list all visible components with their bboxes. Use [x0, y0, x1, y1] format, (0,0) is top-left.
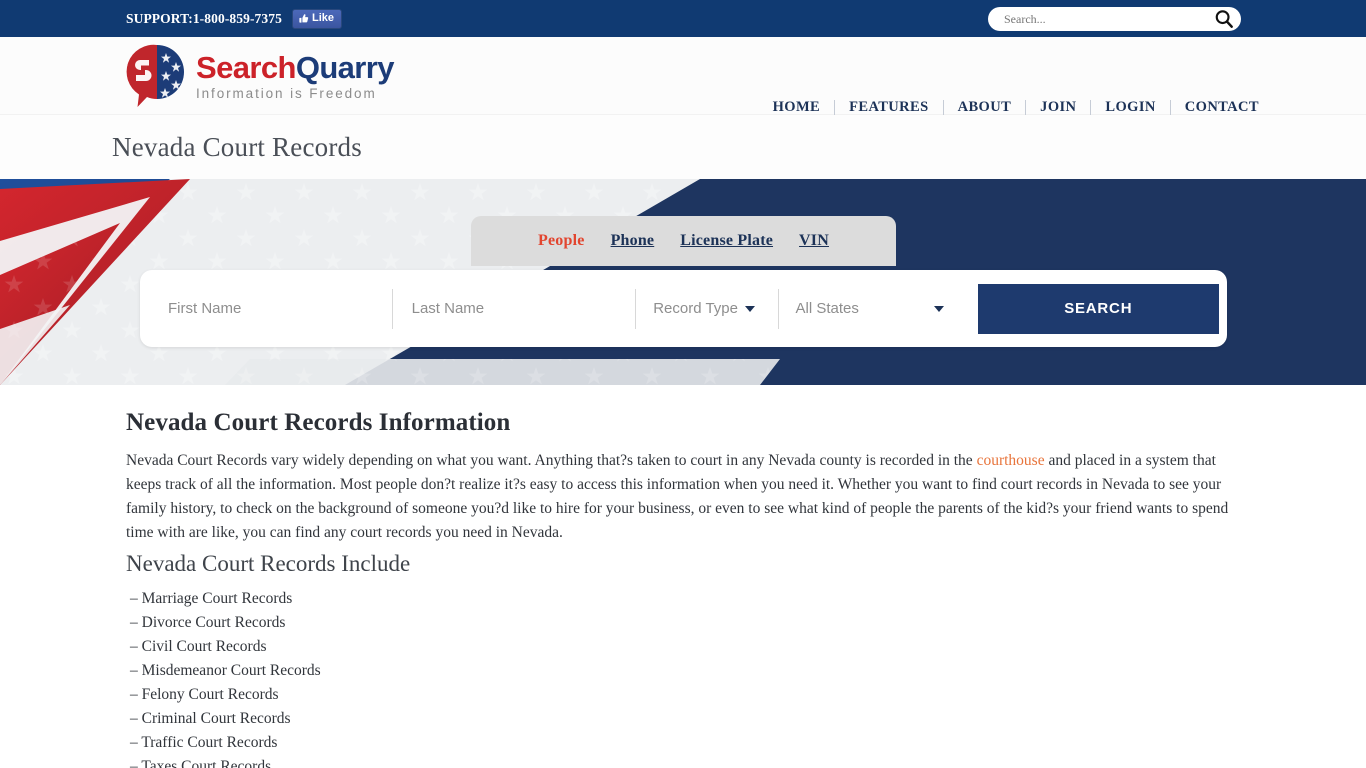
- nav-item-home[interactable]: HOME: [759, 99, 835, 116]
- last-name-input[interactable]: [409, 299, 618, 318]
- nav-item-login[interactable]: LOGIN: [1091, 99, 1169, 116]
- page-title: Nevada Court Records: [112, 131, 362, 162]
- chevron-down-icon: [933, 305, 944, 312]
- list-item: – Taxes Court Records: [130, 758, 272, 768]
- courthouse-link[interactable]: courthouse: [977, 452, 1045, 469]
- first-name-input[interactable]: [166, 299, 374, 318]
- searchquarry-logo-icon: [126, 44, 184, 107]
- logo-word-line: SearchQuarry: [196, 52, 394, 83]
- topbar-left-group: SUPPORT:1-800-859-7375 Like: [126, 8, 342, 29]
- nav-item-contact[interactable]: CONTACT: [1171, 99, 1273, 116]
- tab-phone[interactable]: Phone: [611, 232, 655, 250]
- support-phone-text: SUPPORT:1-800-859-7375: [126, 10, 282, 26]
- hero-search-section: People Phone License Plate VIN Record Ty…: [0, 179, 1366, 385]
- list-item: – Divorce Court Records: [130, 614, 286, 631]
- facebook-like-label: Like: [311, 12, 334, 24]
- list-item: – Misdemeanor Court Records: [130, 662, 321, 679]
- last-name-field[interactable]: [391, 286, 636, 332]
- site-search-box[interactable]: [988, 7, 1241, 31]
- main-content: Nevada Court Records Information Nevada …: [0, 385, 1366, 768]
- list-item: – Marriage Court Records: [130, 590, 293, 607]
- nav-item-join[interactable]: JOIN: [1026, 99, 1090, 116]
- top-support-bar: SUPPORT:1-800-859-7375 Like: [0, 0, 1366, 37]
- nav-item-features[interactable]: FEATURES: [835, 99, 942, 116]
- logo-wordmark: SearchQuarry Information is Freedom: [196, 52, 394, 101]
- main-navigation: HOME FEATURES ABOUT JOIN LOGIN CONTACT: [759, 99, 1273, 116]
- state-label: All States: [795, 300, 859, 317]
- content-heading: Nevada Court Records Information: [126, 409, 511, 436]
- nav-item-about[interactable]: ABOUT: [944, 99, 1026, 116]
- site-search-input[interactable]: [1002, 9, 1213, 29]
- search-button[interactable]: SEARCH: [977, 283, 1219, 334]
- tab-people[interactable]: People: [538, 232, 585, 250]
- court-records-list: – Marriage Court Records – Divorce Court…: [126, 587, 1240, 768]
- magnifier-icon[interactable]: [1213, 8, 1235, 30]
- record-type-label: Record Type: [653, 300, 738, 317]
- site-header: SearchQuarry Information is Freedom HOME…: [0, 37, 1366, 115]
- logo-tagline: Information is Freedom: [196, 85, 377, 101]
- logo-word-search: Search: [196, 49, 296, 85]
- search-type-tabs: People Phone License Plate VIN: [471, 216, 896, 266]
- first-name-field[interactable]: [148, 286, 392, 332]
- thumbs-up-icon: [299, 14, 309, 23]
- facebook-like-button[interactable]: Like: [291, 8, 342, 29]
- site-logo[interactable]: SearchQuarry Information is Freedom: [126, 43, 394, 109]
- list-item: – Traffic Court Records: [130, 734, 278, 751]
- records-subheading: Nevada Court Records Include: [126, 551, 411, 576]
- list-item: – Civil Court Records: [130, 638, 267, 655]
- chevron-down-icon: [745, 305, 755, 312]
- tab-vin[interactable]: VIN: [799, 232, 829, 250]
- list-item: – Felony Court Records: [130, 686, 279, 703]
- people-search-form: Record Type All States SEARCH: [140, 270, 1227, 347]
- tab-license-plate[interactable]: License Plate: [680, 232, 773, 250]
- logo-word-quarry: Quarry: [295, 49, 395, 85]
- state-select[interactable]: All States: [777, 286, 962, 332]
- paragraph-text-part1: Nevada Court Records vary widely dependi…: [126, 452, 977, 469]
- page-title-band: Nevada Court Records: [0, 115, 1366, 179]
- record-type-select[interactable]: Record Type: [635, 286, 777, 332]
- list-item: – Criminal Court Records: [130, 710, 291, 727]
- content-paragraph: Nevada Court Records vary widely dependi…: [126, 449, 1236, 545]
